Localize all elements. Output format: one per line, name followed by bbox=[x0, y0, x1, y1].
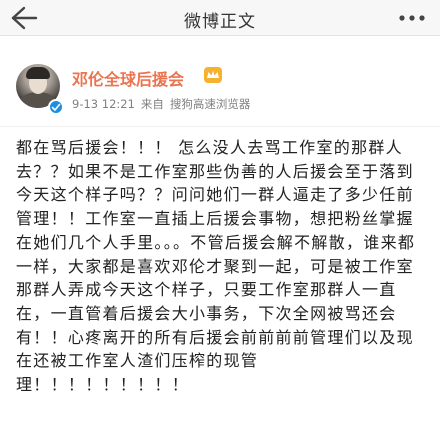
verified-check-icon bbox=[48, 99, 64, 115]
top-navbar: 微博正文 bbox=[0, 0, 440, 36]
vip-crown-icon[interactable] bbox=[203, 66, 223, 84]
more-dots-icon bbox=[399, 15, 425, 21]
divider bbox=[0, 126, 440, 127]
page-title: 微博正文 bbox=[184, 12, 256, 32]
username[interactable]: 邓伦全球后援会 bbox=[72, 66, 184, 90]
post-meta: 9-13 12:21 来自 搜狗高速浏览器 bbox=[72, 96, 250, 112]
post-header: 邓伦全球后援会 9-13 12:21 来自 搜狗高速浏览器 bbox=[0, 44, 440, 124]
post-source[interactable]: 搜狗高速浏览器 bbox=[170, 97, 251, 111]
avatar-hair bbox=[26, 67, 50, 79]
post-time: 9-13 12:21 bbox=[72, 97, 135, 111]
source-prefix: 来自 bbox=[140, 97, 164, 111]
post-body-text: 都在骂后援会！！！ 怎么没人去骂工作室的那群人去？？如果不是工作室那些伪善的人后… bbox=[16, 138, 416, 395]
more-button[interactable] bbox=[394, 8, 430, 28]
